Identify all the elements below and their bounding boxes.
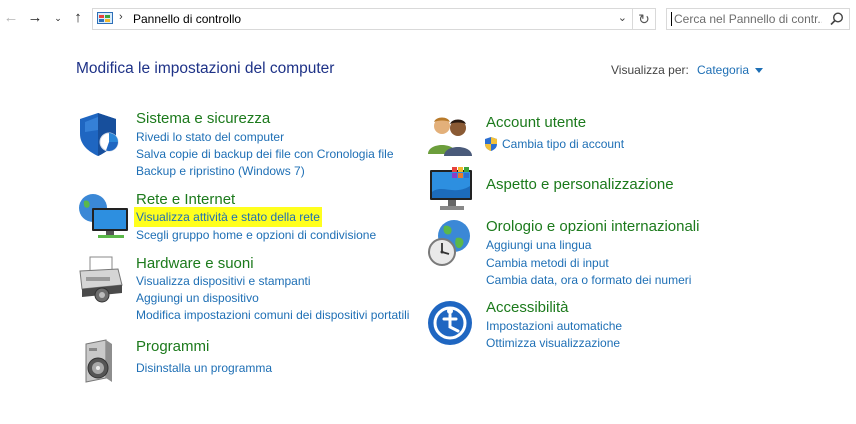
category-heading[interactable]: Sistema e sicurezza bbox=[136, 110, 270, 127]
programs-icon[interactable] bbox=[76, 338, 124, 386]
address-dropdown-icon[interactable]: ⌄ bbox=[618, 11, 627, 24]
recent-locations-chevron-icon[interactable]: ⌄ bbox=[49, 8, 67, 28]
page-title: Modifica le impostazioni del computer bbox=[76, 60, 335, 77]
link-devices-printers[interactable]: Visualizza dispositivi e stampanti bbox=[136, 274, 311, 288]
accessibility-icon[interactable] bbox=[426, 299, 474, 347]
uac-shield-icon bbox=[485, 137, 497, 151]
navigation-bar: ← → ⌄ ↑ › Pannello di controllo ⌄ ↻ Cerc… bbox=[0, 0, 856, 38]
link-add-device[interactable]: Aggiungi un dispositivo bbox=[136, 291, 259, 305]
view-by-dropdown[interactable]: Categoria bbox=[697, 63, 764, 77]
control-panel-icon bbox=[97, 12, 113, 24]
link-optimize-display[interactable]: Ottimizza visualizzazione bbox=[486, 336, 620, 350]
link-date-time-format[interactable]: Cambia data, ora o formato dei numeri bbox=[486, 273, 691, 287]
clock-globe-icon[interactable] bbox=[426, 218, 474, 268]
address-bar[interactable]: › Pannello di controllo ⌄ ↻ bbox=[92, 8, 656, 30]
link-homegroup-sharing[interactable]: Scegli gruppo home e opzioni di condivis… bbox=[136, 228, 376, 242]
link-review-computer-status[interactable]: Rivedi lo stato del computer bbox=[136, 130, 284, 144]
link-input-methods[interactable]: Cambia metodi di input bbox=[486, 256, 609, 270]
forward-arrow-icon[interactable]: → bbox=[26, 8, 44, 28]
category-heading[interactable]: Rete e Internet bbox=[136, 191, 235, 208]
shield-icon[interactable] bbox=[76, 110, 124, 158]
text-caret bbox=[671, 12, 672, 26]
dropdown-arrow-icon bbox=[755, 68, 764, 74]
category-heading[interactable]: Programmi bbox=[136, 338, 209, 355]
breadcrumb-separator-icon: › bbox=[119, 11, 123, 23]
link-backup-restore[interactable]: Backup e ripristino (Windows 7) bbox=[136, 164, 305, 178]
link-network-status[interactable]: Visualizza attività e stato della rete bbox=[134, 207, 322, 227]
users-icon[interactable] bbox=[426, 114, 474, 158]
category-heading[interactable]: Accessibilità bbox=[486, 299, 569, 316]
link-add-language[interactable]: Aggiungi una lingua bbox=[486, 238, 591, 252]
monitor-icon[interactable] bbox=[426, 166, 478, 214]
network-icon[interactable] bbox=[76, 191, 132, 239]
breadcrumb-control-panel[interactable]: Pannello di controllo bbox=[133, 12, 241, 26]
category-heading[interactable]: Account utente bbox=[486, 114, 586, 131]
link-file-history-backup[interactable]: Salva copie di backup dei file con Crono… bbox=[136, 147, 394, 161]
link-mobility-settings[interactable]: Modifica impostazioni comuni dei disposi… bbox=[136, 308, 409, 322]
category-heading[interactable]: Hardware e suoni bbox=[136, 255, 254, 272]
highlighted-link-text[interactable]: Visualizza attività e stato della rete bbox=[134, 207, 322, 227]
link-change-account-type[interactable]: Cambia tipo di account bbox=[502, 137, 624, 151]
category-heading[interactable]: Aspetto e personalizzazione bbox=[486, 176, 674, 193]
link-automatic-settings[interactable]: Impostazioni automatiche bbox=[486, 319, 622, 333]
refresh-icon[interactable]: ↻ bbox=[632, 9, 655, 29]
view-by-label: Visualizza per: bbox=[611, 63, 689, 77]
printer-icon[interactable] bbox=[76, 255, 124, 303]
up-arrow-icon[interactable]: ↑ bbox=[69, 8, 87, 28]
search-input[interactable]: Cerca nel Pannello di contr... bbox=[666, 8, 850, 30]
view-by-value: Categoria bbox=[697, 63, 750, 77]
search-placeholder: Cerca nel Pannello di contr... bbox=[674, 12, 822, 26]
search-icon[interactable] bbox=[829, 11, 845, 27]
back-arrow-icon[interactable]: ← bbox=[2, 8, 20, 28]
category-heading[interactable]: Orologio e opzioni internazionali bbox=[486, 218, 699, 235]
link-uninstall-program[interactable]: Disinstalla un programma bbox=[136, 361, 272, 375]
